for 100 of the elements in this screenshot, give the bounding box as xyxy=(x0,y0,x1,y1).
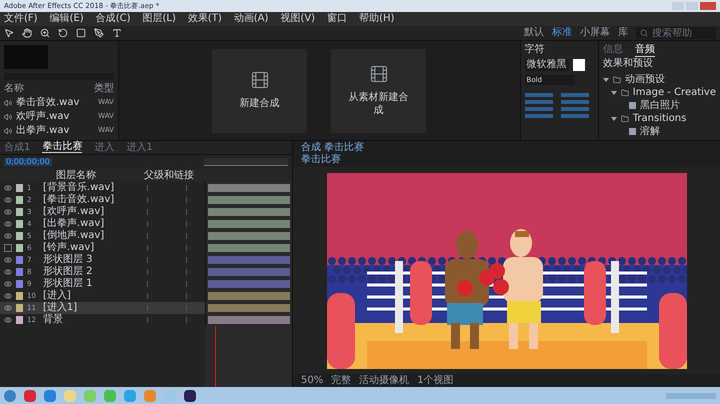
column-header[interactable]: 名称 xyxy=(4,84,24,94)
type-tool-icon[interactable] xyxy=(112,28,122,38)
layer-name[interactable]: [欢呼声.wav] xyxy=(43,207,143,217)
font-dropdown[interactable]: 微软雅黑 xyxy=(524,59,569,71)
label-color-swatch[interactable] xyxy=(16,232,23,240)
layer-name[interactable]: 形状图层 3 xyxy=(43,255,143,265)
zoom-tool-icon[interactable] xyxy=(40,28,50,38)
label-color-swatch[interactable] xyxy=(16,184,23,192)
menu-item[interactable]: 编辑(E) xyxy=(50,14,84,24)
switches-drawing xyxy=(147,305,187,311)
eye-icon[interactable] xyxy=(4,208,12,216)
expand-triangle-icon[interactable] xyxy=(610,90,617,94)
layer-name[interactable]: [拳击音效.wav] xyxy=(43,195,143,205)
project-item[interactable]: 欢呼声.wav xyxy=(16,112,70,122)
label-color-swatch[interactable] xyxy=(16,208,23,216)
layer-name[interactable]: 形状图层 2 xyxy=(43,267,143,277)
audio-file-icon xyxy=(4,112,12,121)
rectangle-tool-icon[interactable] xyxy=(76,28,86,38)
viewer-control[interactable]: 50% xyxy=(301,376,324,386)
eye-icon[interactable] xyxy=(4,316,12,324)
tree-item[interactable]: 黑白照片 xyxy=(640,100,680,110)
label-color-swatch[interactable] xyxy=(16,292,23,300)
layer-name[interactable]: 形状图层 1 xyxy=(43,279,143,289)
search-help-field[interactable]: 搜索帮助 xyxy=(636,27,716,39)
tree-item[interactable]: Transitions xyxy=(632,114,686,124)
label-color-swatch[interactable] xyxy=(16,280,23,288)
workspace-tab[interactable]: 库 xyxy=(618,28,628,38)
switches-drawing xyxy=(147,245,187,251)
switches-drawing xyxy=(147,209,187,215)
layer-name[interactable]: [铃声.wav] xyxy=(43,243,143,253)
composition-tab[interactable]: 拳击比赛 xyxy=(42,142,82,153)
expand-triangle-icon[interactable] xyxy=(602,78,609,82)
label-color-swatch[interactable] xyxy=(16,316,23,324)
label-color-swatch[interactable] xyxy=(16,304,23,312)
selection-tool-icon[interactable] xyxy=(4,28,14,38)
tree-item[interactable]: Image - Creative xyxy=(632,88,716,98)
start-button[interactable] xyxy=(4,390,16,402)
eye-icon[interactable] xyxy=(4,184,12,192)
eye-icon[interactable] xyxy=(4,232,12,240)
new-composition-card[interactable]: 从素材新建合成 xyxy=(331,48,426,132)
pen-tool-icon[interactable] xyxy=(94,28,104,38)
label-color-swatch[interactable] xyxy=(16,220,23,228)
eye-icon[interactable] xyxy=(4,256,12,264)
eye-icon[interactable] xyxy=(4,304,12,312)
tree-item[interactable]: 动画预设 xyxy=(624,74,665,84)
label-color-swatch[interactable] xyxy=(16,256,23,264)
card-label: 新建合成 xyxy=(238,98,281,111)
search-icon xyxy=(640,29,648,37)
workspace-tab[interactable]: 标准 xyxy=(552,28,572,38)
layer-name[interactable]: [进入] xyxy=(43,291,143,301)
switches-drawing xyxy=(147,317,187,323)
column-header[interactable]: 图层名称 xyxy=(56,170,144,180)
layer-name[interactable]: [出拳声.wav] xyxy=(43,219,143,229)
menu-item[interactable]: 窗口 xyxy=(327,14,348,24)
eye-icon[interactable] xyxy=(4,268,12,276)
eye-toggle-off[interactable] xyxy=(4,244,12,252)
menu-item[interactable]: 效果(T) xyxy=(188,14,222,24)
project-item[interactable]: 拳击音效.wav xyxy=(16,98,80,108)
menu-item[interactable]: 视图(V) xyxy=(280,14,316,24)
layer-name[interactable]: [背景音乐.wav] xyxy=(43,183,143,193)
taskbar-app-icon[interactable] xyxy=(184,390,196,402)
label-color-swatch[interactable] xyxy=(16,196,23,204)
viewer-control[interactable]: 完整 xyxy=(331,376,352,386)
menu-item[interactable]: 图层(L) xyxy=(142,14,176,24)
eye-icon[interactable] xyxy=(4,196,12,204)
preset-icon xyxy=(628,102,636,109)
new-composition-card[interactable]: 新建合成 xyxy=(212,48,308,132)
layer-name[interactable]: [倒地声.wav] xyxy=(43,231,143,241)
label-color-swatch[interactable] xyxy=(16,244,23,252)
rotate-tool-icon[interactable] xyxy=(58,28,68,38)
fill-color-swatch[interactable] xyxy=(572,59,585,71)
card-label: 从素材新建合成 xyxy=(348,92,409,117)
viewer-tab[interactable]: 合成 拳击比赛 xyxy=(293,141,720,153)
project-item[interactable]: 出拳声.wav xyxy=(16,126,70,136)
breadcrumb[interactable]: 拳击比赛 xyxy=(293,153,720,167)
menu-item[interactable]: 文件(F) xyxy=(4,14,38,24)
menu-item[interactable]: 动画(A) xyxy=(234,14,268,24)
hand-tool-icon[interactable] xyxy=(22,28,32,38)
eye-icon[interactable] xyxy=(4,292,12,300)
eye-icon[interactable] xyxy=(4,220,12,228)
layer-name[interactable]: [进入1] xyxy=(43,303,143,313)
column-header[interactable]: 类型 xyxy=(94,84,114,94)
workspace-tab[interactable]: 默认 xyxy=(524,28,544,38)
eye-icon[interactable] xyxy=(4,280,12,288)
switches-drawing xyxy=(147,281,187,287)
menu-item[interactable]: 帮助(H) xyxy=(359,14,394,24)
panel-tab[interactable]: 音频 xyxy=(634,45,655,57)
label-color-swatch[interactable] xyxy=(16,268,23,276)
viewer-control[interactable]: 1个视图 xyxy=(417,376,454,386)
switches-drawing xyxy=(147,293,187,299)
switches-drawing xyxy=(147,233,187,239)
viewer-control[interactable]: 活动摄像机 xyxy=(359,376,410,386)
timecode[interactable]: 0;00;00;00 xyxy=(4,158,52,166)
time-ruler[interactable] xyxy=(204,158,288,166)
column-header[interactable]: 父级和链接 xyxy=(144,170,194,180)
workspace-tab[interactable]: 小屏幕 xyxy=(580,28,610,38)
menu-item[interactable]: 合成(C) xyxy=(96,14,130,24)
tree-item[interactable]: 溶解 xyxy=(640,126,660,136)
layer-name[interactable]: 背景 xyxy=(43,315,143,325)
expand-triangle-icon[interactable] xyxy=(610,116,617,120)
